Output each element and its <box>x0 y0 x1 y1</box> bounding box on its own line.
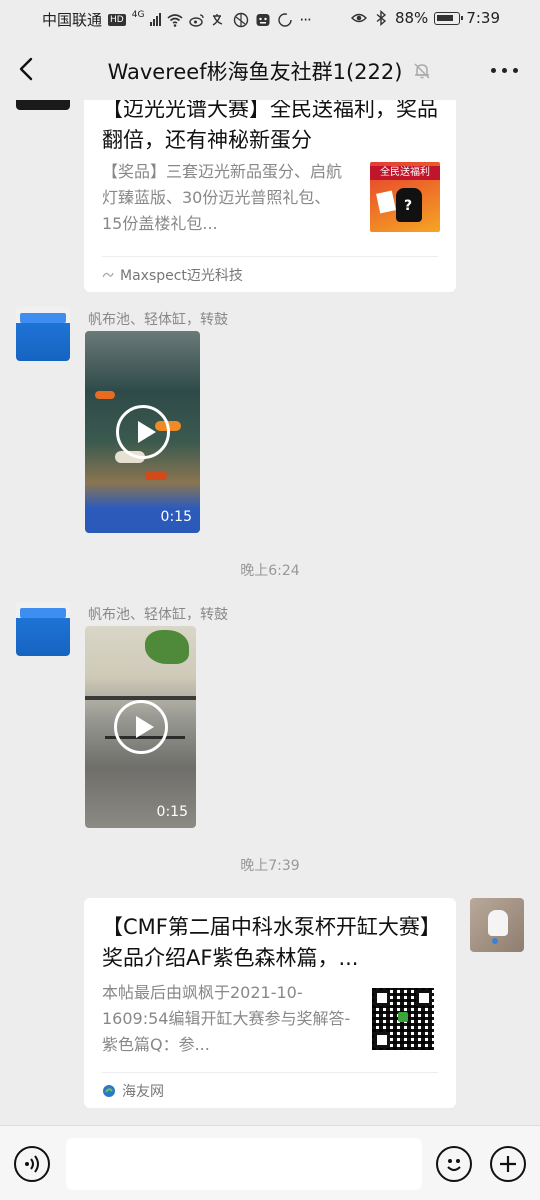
article-thumbnail: 全民送福利 ? <box>370 162 440 232</box>
article-description: 【奖品】三套迈光新品蛋分、启航灯臻蓝版、30份迈光普照礼包、15份盖楼礼包... <box>102 162 343 233</box>
article-source: Maxspect迈光科技 <box>102 256 438 292</box>
more-functions-button[interactable] <box>490 1146 526 1182</box>
article-source-name: 海友网 <box>122 1083 164 1100</box>
mute-bell-icon <box>414 63 430 79</box>
battery-percent: 88% <box>394 9 429 27</box>
video-duration: 0:15 <box>156 804 188 820</box>
avatar[interactable] <box>16 307 70 361</box>
emoji-button[interactable] <box>436 1146 472 1182</box>
weibo-icon <box>189 13 205 27</box>
wifi-icon <box>167 13 183 27</box>
chat-title-wrap[interactable]: Wavereef彬海鱼友社群1(222) <box>0 56 540 86</box>
carrier-label: 中国联通 <box>42 11 103 29</box>
mini-program-icon <box>102 272 114 277</box>
play-icon[interactable] <box>115 405 170 459</box>
article-title: 【CMF第二届中科水泵杯开缸大赛】奖品介绍AF紫色森林篇，... <box>102 915 441 970</box>
translate-icon <box>213 13 223 26</box>
status-bar: 中国联通 HD 4G ··· 88% 7:39 <box>0 0 540 38</box>
status-right: 88% 7:39 <box>350 9 500 27</box>
voice-icon <box>25 1155 39 1173</box>
app-notification-icon <box>256 13 270 26</box>
article-card[interactable]: 【CMF第二届中科水泵杯开缸大赛】奖品介绍AF紫色森林篇，... 本帖最后由飒枫… <box>84 898 456 1108</box>
bluetooth-icon <box>376 10 387 26</box>
article-source-name: Maxspect迈光科技 <box>120 267 243 284</box>
message-timestamp: 晚上6:24 <box>240 563 300 579</box>
network-label: 4G <box>131 9 145 20</box>
status-left: 中国联通 HD 4G ··· <box>42 9 312 30</box>
sender-name: 帆布池、轻体缸，转鼓 <box>88 312 228 328</box>
article-card[interactable]: 【迈光光谱大赛】全民送福利，奖品翻倍，还有神秘新蛋分 【奖品】三套迈光新品蛋分、… <box>84 100 456 292</box>
my-avatar[interactable] <box>470 898 524 952</box>
thumbnail-text: 全民送福利 <box>370 166 440 180</box>
clock: 7:39 <box>466 9 500 27</box>
chat-title[interactable]: Wavereef彬海鱼友社群1(222) <box>108 56 403 86</box>
hd-badge: HD <box>108 13 126 26</box>
input-bar <box>0 1125 540 1200</box>
video-duration: 0:15 <box>160 509 192 525</box>
play-icon[interactable] <box>113 700 168 754</box>
chat-header: Wavereef彬海鱼友社群1(222) <box>0 38 540 100</box>
more-notifications-icon: ··· <box>299 10 311 29</box>
signal-icon <box>150 13 162 26</box>
video-message[interactable]: 0:15 <box>85 626 196 828</box>
message-timestamp: 晚上7:39 <box>240 858 300 874</box>
loading-icon <box>278 12 293 27</box>
more-options-icon[interactable] <box>491 68 518 73</box>
avatar[interactable] <box>16 100 70 110</box>
emoji-icon <box>447 1159 461 1171</box>
message-input[interactable] <box>66 1138 422 1190</box>
sender-name: 帆布池、轻体缸，转鼓 <box>88 607 228 623</box>
article-description: 本帖最后由飒枫于2021-10-1609:54编辑开缸大赛参与奖解答-紫色篇Q：… <box>102 983 351 1054</box>
message-list[interactable]: 【迈光光谱大赛】全民送福利，奖品翻倍，还有神秘新蛋分 【奖品】三套迈光新品蛋分、… <box>0 100 540 1125</box>
avatar[interactable] <box>16 602 70 656</box>
video-message[interactable]: 0:15 <box>85 331 200 533</box>
site-logo-icon <box>103 1084 115 1097</box>
plus-icon <box>500 1156 516 1172</box>
battery-icon <box>434 11 464 25</box>
browser-icon <box>234 12 249 27</box>
eye-icon <box>350 13 367 23</box>
voice-input-button[interactable] <box>14 1146 50 1182</box>
article-source: 海友网 <box>102 1072 438 1108</box>
qr-code-image <box>372 988 434 1050</box>
article-title: 【迈光光谱大赛】全民送福利，奖品翻倍，还有神秘新蛋分 <box>102 100 438 152</box>
